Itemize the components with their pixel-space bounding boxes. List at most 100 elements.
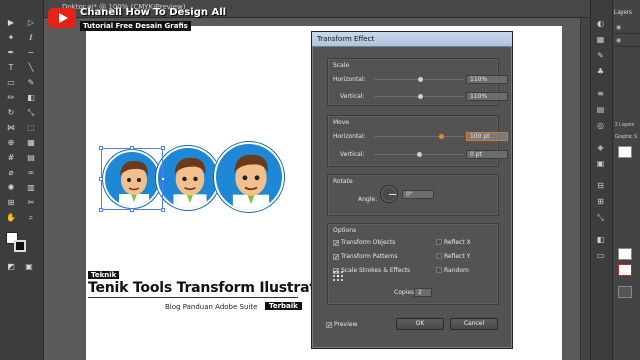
move-vertical-input[interactable]: 0 pt [466, 150, 508, 159]
rectangle-tool-icon[interactable]: ▭ [6, 78, 16, 87]
scale-horizontal-input[interactable]: 110% [466, 75, 508, 84]
artboard-tool-icon[interactable]: ⊞ [6, 198, 16, 207]
angle-dial-icon[interactable] [380, 185, 398, 203]
graphic-style-swatch[interactable] [618, 264, 632, 276]
symbols-panel-icon[interactable]: ♣ [596, 68, 605, 76]
dialog-titlebar[interactable]: Transform Effect [312, 32, 512, 47]
layers-tab[interactable]: Layers [614, 10, 632, 16]
transparency-panel-icon[interactable]: ◎ [596, 122, 605, 130]
reflect-x-checkbox[interactable]: Reflect X [436, 239, 471, 246]
random-checkbox[interactable]: Random [436, 267, 469, 274]
checkbox-checked[interactable]: ✓ [326, 322, 332, 329]
checkbox-checked[interactable]: ✓ [333, 240, 339, 247]
swatches-panel-icon[interactable]: ▦ [596, 36, 605, 44]
vertical-scrollbar[interactable] [580, 18, 590, 360]
selection-bounding-box[interactable] [99, 146, 165, 212]
graphic-styles-tab[interactable]: Graphic S [615, 134, 637, 140]
avatar-2[interactable] [156, 146, 220, 210]
type-tool-icon[interactable]: T [6, 63, 16, 72]
align-panel-icon[interactable]: ⊟ [596, 182, 605, 190]
pencil-tool-icon[interactable]: ✏ [6, 93, 16, 102]
transform-objects-checkbox[interactable]: ✓ Transform Objects [333, 239, 395, 247]
pathfinder-panel-icon[interactable]: ⊞ [596, 198, 605, 206]
eyedropper-tool-icon[interactable]: ⌀ [6, 168, 16, 177]
resize-handle[interactable] [161, 146, 165, 150]
lasso-tool-icon[interactable]: ℓ [26, 33, 36, 42]
perspective-grid-tool-icon[interactable]: ▦ [26, 138, 36, 147]
move-horizontal-thumb[interactable] [439, 134, 444, 139]
eraser-tool-icon[interactable]: ◧ [26, 93, 36, 102]
rotate-angle-input[interactable]: 0° [402, 190, 434, 199]
draw-mode-icon[interactable]: ◩ [6, 262, 16, 271]
zoom-tool-icon[interactable]: ⌕ [26, 213, 36, 222]
graphic-style-swatch[interactable] [618, 248, 632, 260]
graphic-styles-panel-icon[interactable]: ▣ [596, 160, 605, 168]
copies-input[interactable]: 2 [414, 288, 432, 297]
transform-panel-icon[interactable]: ⤡ [596, 214, 605, 222]
transform-patterns-checkbox[interactable]: ✓ Transform Patterns [333, 253, 397, 261]
slice-tool-icon[interactable]: ✂ [26, 198, 36, 207]
appearance-panel-icon[interactable]: ◈ [596, 144, 605, 152]
graph-tool-icon[interactable]: ▥ [26, 183, 36, 192]
checkbox-unchecked[interactable] [436, 267, 442, 273]
resize-handle[interactable] [99, 146, 103, 150]
screen-mode-icon[interactable]: ▣ [24, 262, 34, 271]
illustrator-window: ▶ ▷ ✦ ℓ ✒ ∼ T ╲ ▭ ✎ ✏ ◧ ↻ ⤡ ⋈ ⬚ ⊕ ▦ # ▤ … [0, 0, 640, 360]
ok-button[interactable]: OK [396, 318, 444, 330]
move-horizontal-slider[interactable] [374, 134, 464, 139]
scale-horizontal-thumb[interactable] [418, 77, 424, 82]
blend-tool-icon[interactable]: ∞ [26, 168, 36, 177]
rotate-tool-icon[interactable]: ↻ [6, 108, 16, 117]
reference-point-icon[interactable] [333, 271, 343, 281]
scale-horizontal-slider[interactable] [374, 77, 464, 82]
move-horizontal-input[interactable]: 100 pt [466, 132, 508, 141]
reflect-y-checkbox[interactable]: Reflect Y [436, 253, 470, 260]
scale-tool-icon[interactable]: ⤡ [26, 108, 36, 117]
line-tool-icon[interactable]: ╲ [26, 63, 36, 72]
resize-handle[interactable] [99, 208, 103, 212]
hand-tool-icon[interactable]: ✋ [6, 213, 16, 222]
stroke-panel-icon[interactable]: ≡ [596, 90, 605, 98]
resize-handle[interactable] [130, 146, 134, 150]
curvature-tool-icon[interactable]: ∼ [26, 48, 36, 57]
layer-row[interactable]: ◉ [614, 22, 640, 34]
scale-vertical-slider[interactable] [374, 94, 464, 99]
gradient-tool-icon[interactable]: ▤ [26, 153, 36, 162]
color-panel-icon[interactable]: ◐ [596, 20, 605, 28]
eye-icon[interactable]: ◉ [616, 37, 621, 44]
magic-wand-tool-icon[interactable]: ✦ [6, 33, 16, 42]
layers-panel-icon[interactable]: ◧ [596, 236, 605, 244]
scale-vertical-thumb[interactable] [418, 94, 424, 99]
graphic-style-swatch[interactable] [618, 286, 632, 298]
eye-icon[interactable]: ◉ [616, 24, 621, 31]
gradient-panel-icon[interactable]: ▤ [596, 106, 605, 114]
scale-strokes-checkbox[interactable]: ✓Scale Strokes & Effects [333, 267, 410, 275]
move-vertical-thumb[interactable] [416, 152, 422, 157]
resize-handle[interactable] [130, 208, 134, 212]
brushes-panel-icon[interactable]: ✎ [596, 52, 605, 60]
shape-builder-tool-icon[interactable]: ⊕ [6, 138, 16, 147]
checkbox-checked[interactable]: ✓ [333, 254, 339, 261]
paintbrush-tool-icon[interactable]: ✎ [26, 78, 36, 87]
direct-selection-tool-icon[interactable]: ▷ [26, 18, 36, 27]
checkbox-unchecked[interactable] [436, 239, 442, 245]
scale-vertical-input[interactable]: 110% [466, 92, 508, 101]
symbol-sprayer-tool-icon[interactable]: ✺ [6, 183, 16, 192]
move-vertical-slider[interactable] [374, 152, 464, 157]
resize-handle[interactable] [161, 177, 165, 181]
width-tool-icon[interactable]: ⋈ [6, 123, 16, 132]
artboards-panel-icon[interactable]: ▭ [596, 252, 605, 260]
resize-handle[interactable] [99, 177, 103, 181]
resize-handle[interactable] [161, 208, 165, 212]
selection-tool-icon[interactable]: ▶ [6, 18, 16, 27]
free-transform-tool-icon[interactable]: ⬚ [26, 123, 36, 132]
avatar-3[interactable] [214, 142, 284, 212]
graphic-style-swatch[interactable] [618, 146, 632, 158]
pen-tool-icon[interactable]: ✒ [6, 48, 16, 57]
preview-checkbox[interactable]: ✓ Preview [326, 321, 357, 329]
cancel-button[interactable]: Cancel [450, 318, 498, 330]
layer-row[interactable]: ◉ [614, 35, 640, 47]
stroke-swatch[interactable] [14, 240, 26, 252]
checkbox-unchecked[interactable] [436, 253, 442, 259]
mesh-tool-icon[interactable]: # [6, 153, 16, 162]
